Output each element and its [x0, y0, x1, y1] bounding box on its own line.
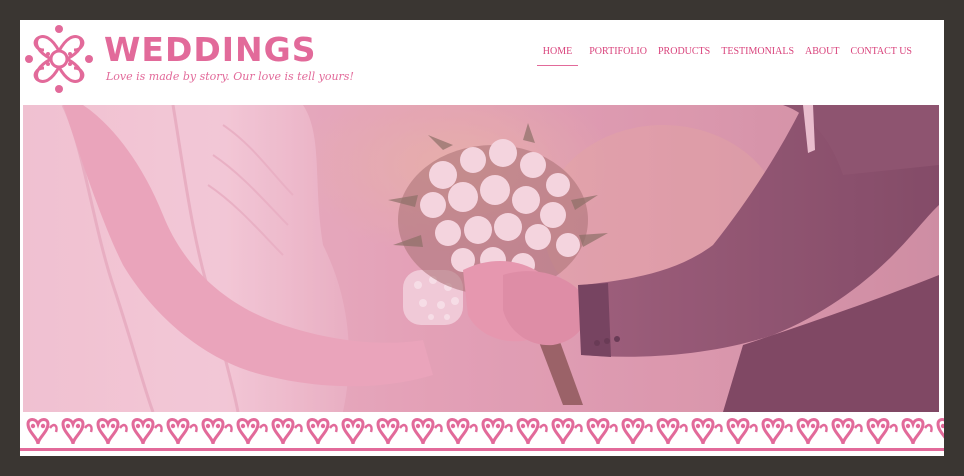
ornamental-border [20, 412, 944, 452]
border-motif [621, 418, 653, 445]
brand-title: WEDDINGS [104, 30, 317, 69]
border-motif [341, 418, 373, 445]
border-motif [201, 418, 233, 445]
border-motif [236, 418, 268, 445]
border-motif [691, 418, 723, 445]
border-motif [481, 418, 513, 445]
border-motif [411, 418, 443, 445]
border-motif [726, 418, 758, 445]
nav-item-testimonials[interactable]: TESTIMONIALS [721, 44, 794, 66]
border-motif [656, 418, 688, 445]
nav-item-contact-us[interactable]: CONTACT US [850, 44, 912, 66]
main-nav: HOME PORTIFOLIO PRODUCTS TESTIMONIALS AB… [536, 44, 912, 66]
border-motif [96, 418, 128, 445]
nav-item-home[interactable]: HOME [536, 44, 579, 66]
border-motif [131, 418, 163, 445]
ornament-flower-icon [25, 25, 93, 93]
pink-heart-scroll-ornament [20, 418, 944, 451]
site-logo[interactable]: WEDDINGS Love is made by story. Our love… [24, 24, 354, 98]
nav-item-portfolio[interactable]: PORTIFOLIO [589, 44, 647, 66]
site-header: WEDDINGS Love is made by story. Our love… [20, 20, 944, 105]
border-motif [271, 418, 303, 445]
border-motif [936, 418, 944, 439]
page-frame: WEDDINGS Love is made by story. Our love… [20, 20, 944, 456]
hero-banner [23, 105, 939, 412]
border-motif [516, 418, 548, 445]
bride-groom-holding-bouquet-photo [23, 105, 939, 412]
border-motif [901, 418, 933, 445]
border-motif [831, 418, 863, 445]
border-baseline [20, 448, 944, 451]
brand-tagline: Love is made by story. Our love is tell … [106, 70, 354, 83]
border-motif [796, 418, 828, 445]
border-motif [166, 418, 198, 445]
border-motif [586, 418, 618, 445]
border-motif [761, 418, 793, 445]
border-motif [866, 418, 898, 445]
border-motif [306, 418, 338, 445]
border-motif [26, 418, 58, 445]
border-motif [61, 418, 93, 445]
nav-item-about[interactable]: ABOUT [805, 44, 839, 66]
nav-item-products[interactable]: PRODUCTS [658, 44, 710, 66]
border-motif [446, 418, 478, 445]
border-motif [551, 418, 583, 445]
border-motif [376, 418, 408, 445]
